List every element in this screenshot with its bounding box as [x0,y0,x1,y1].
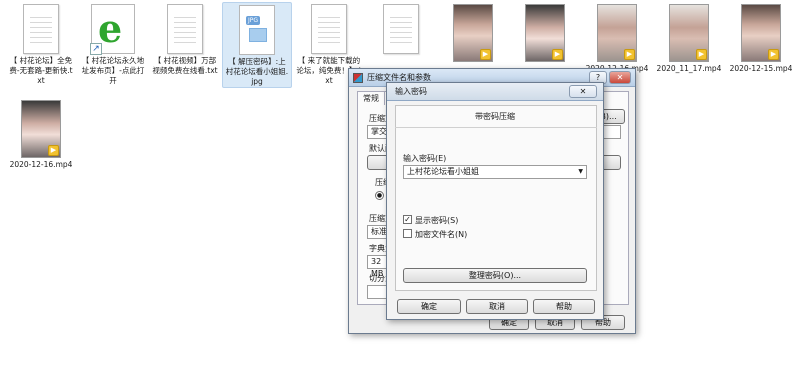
close-button[interactable]: ✕ [569,85,597,98]
file-name: 2020_11_17.mp4 [656,64,722,73]
video-thumbnail: ▶ [597,4,637,62]
text-file-icon [167,4,203,54]
text-file-icon [311,4,347,54]
password-dialog-title: 输入密码 [395,87,427,96]
text-file-icon [383,4,419,54]
close-button[interactable]: ✕ [609,71,631,84]
password-panel [395,105,597,291]
show-password-checkbox[interactable]: ✓ [403,215,412,224]
file-name: 【 村花视频】万部视频免费在线看.txt [152,56,218,75]
player-icon: ▶ [624,49,635,60]
encrypt-filenames-label: 加密文件名(N) [415,230,468,239]
player-icon: ▶ [696,49,707,60]
file-item-selected[interactable]: JPG 【 解压密码】:上村花论坛看小姐姐.jpg [222,2,292,88]
player-icon: ▶ [552,49,563,60]
ok-button[interactable]: 确定 [397,299,461,314]
show-password-label: 显示密码(S) [415,216,459,225]
password-input[interactable]: 上村花论坛看小姐姐 ▼ [403,165,587,179]
file-item[interactable]: ▶ 2020-12-16.mp4 [6,98,76,170]
file-item[interactable]: ▶ 2020-12-15.mp4 [726,2,796,74]
video-thumbnail: ▶ [525,4,565,62]
password-dialog: 输入密码 ✕ 带密码压缩 输入密码(E) 上村花论坛看小姐姐 ▼ ✓ 显示密码(… [386,82,604,320]
file-item[interactable]: ▶ [438,2,508,64]
video-thumbnail: ▶ [669,4,709,62]
encrypt-filenames-checkbox[interactable] [403,229,412,238]
dialog-heading: 带密码压缩 [475,112,515,121]
video-thumbnail: ▶ [741,4,781,62]
file-item[interactable] [366,2,436,56]
winrar-icon [353,72,363,83]
rar-radio[interactable]: ● [375,191,384,200]
help-button[interactable]: 帮助 [533,299,595,314]
file-item[interactable]: 【 村花论坛】全免费-无套路-更新快.txt [6,2,76,86]
file-item[interactable]: e ↗ 【 村花论坛永久地址发布页】-点此打开 [78,2,148,86]
file-item[interactable]: 【 村花视频】万部视频免费在线看.txt [150,2,220,76]
file-item[interactable]: ▶ 2020_11_17.mp4 [654,2,724,74]
divider [395,127,597,128]
file-item[interactable]: ▶ 2020-12-16.mp4 [582,2,652,74]
file-name: 【 解压密码】:上村花论坛看小姐姐.jpg [225,57,289,86]
video-thumbnail: ▶ [453,4,493,62]
file-name: 2020-12-15.mp4 [729,64,793,73]
cancel-button[interactable]: 取消 [466,299,528,314]
shortcut-arrow-icon: ↗ [90,43,102,55]
image-file-icon: JPG [239,5,275,55]
video-thumbnail: ▶ [21,100,61,158]
player-icon: ▶ [480,49,491,60]
organize-passwords-button[interactable]: 整理密码(O)... [403,268,587,283]
file-name: 【 村花论坛】全免费-无套路-更新快.txt [9,56,73,85]
text-file-icon [23,4,59,54]
player-icon: ▶ [48,145,59,156]
tab-general[interactable]: 常规 [357,91,385,105]
password-value: 上村花论坛看小姐姐 [407,167,479,176]
ie-icon: e ↗ [90,4,135,55]
file-item[interactable]: ▶ [510,2,580,64]
file-name: 2020-12-16.mp4 [9,160,73,169]
file-name: 【 村花论坛永久地址发布页】-点此打开 [81,56,145,85]
password-label: 输入密码(E) [403,154,447,163]
dropdown-arrow-icon[interactable]: ▼ [578,166,583,178]
player-icon: ▶ [768,49,779,60]
